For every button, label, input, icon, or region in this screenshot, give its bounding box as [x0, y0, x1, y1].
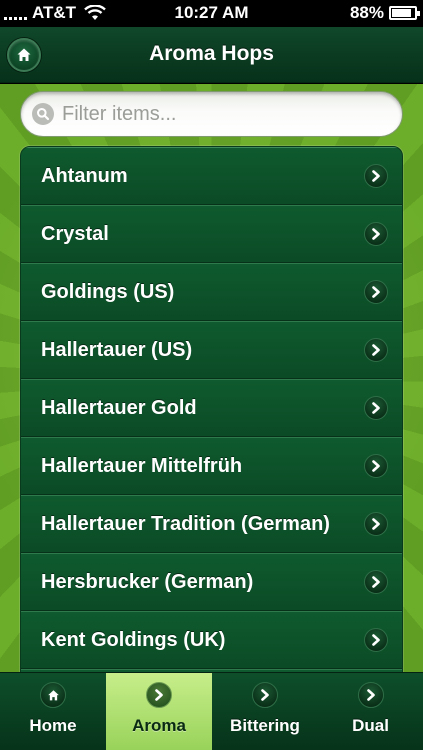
- list-item-label: Hersbrucker (German): [41, 570, 254, 593]
- tab-label: Dual: [352, 716, 389, 735]
- list-item-label: Hallertauer (US): [41, 338, 193, 361]
- tab-aroma[interactable]: Aroma: [106, 673, 212, 750]
- chevron-right-icon: [146, 682, 172, 708]
- list-item-crystal[interactable]: Crystal: [21, 205, 402, 263]
- list-item-label: Hallertauer Mittelfrüh: [41, 454, 243, 477]
- battery-percent: 88%: [349, 3, 384, 22]
- search-bar[interactable]: [20, 91, 403, 137]
- tab-bar: Home Aroma Bittering Dual: [0, 672, 423, 750]
- tab-bittering[interactable]: Bittering: [212, 673, 318, 750]
- list-item-goldings-us[interactable]: Goldings (US): [21, 263, 402, 321]
- chevron-right-icon: [252, 682, 278, 708]
- hops-list: Ahtanum Crystal Goldings (US) Hallertaue…: [20, 146, 403, 672]
- tab-label: Bittering: [230, 716, 300, 735]
- search-icon: [32, 103, 54, 125]
- chevron-right-icon: [364, 512, 388, 536]
- chevron-right-icon: [364, 164, 388, 188]
- tab-home[interactable]: Home: [0, 673, 106, 750]
- list-item-label: Crystal: [41, 222, 109, 245]
- chevron-right-icon: [364, 570, 388, 594]
- status-right: 88%: [349, 3, 420, 23]
- page-title: Aroma Hops: [149, 42, 274, 65]
- list-item-label: Ahtanum: [41, 164, 128, 187]
- list-item-hallertauer-mittelfruh[interactable]: Hallertauer Mittelfrüh: [21, 437, 402, 495]
- list-item-hallertauer-us[interactable]: Hallertauer (US): [21, 321, 402, 379]
- tab-label: Aroma: [132, 716, 186, 735]
- status-bar: AT&T 10:27 AM 88%: [0, 0, 423, 27]
- chevron-right-icon: [364, 454, 388, 478]
- content-area: Ahtanum Crystal Goldings (US) Hallertaue…: [0, 84, 423, 672]
- chevron-right-icon: [364, 396, 388, 420]
- list-item-hersbrucker[interactable]: Hersbrucker (German): [21, 553, 402, 611]
- chevron-right-icon: [364, 628, 388, 652]
- list-item-label: Hallertauer Gold: [41, 396, 197, 419]
- chevron-right-icon: [364, 222, 388, 246]
- chevron-right-icon: [364, 280, 388, 304]
- chevron-right-icon: [357, 682, 384, 708]
- navigation-bar: Aroma Hops: [0, 27, 423, 83]
- tab-dual[interactable]: Dual: [318, 673, 423, 750]
- list-item-label: Goldings (US): [41, 280, 175, 303]
- chevron-right-icon: [364, 338, 388, 362]
- list-item-hallertauer-tradition[interactable]: Hallertauer Tradition (German): [21, 495, 402, 553]
- home-icon: [40, 682, 66, 708]
- list-item-hallertauer-gold[interactable]: Hallertauer Gold: [21, 379, 402, 437]
- filter-input[interactable]: [62, 102, 382, 126]
- list-item-label: Kent Goldings (UK): [41, 628, 226, 651]
- tab-label: Home: [29, 716, 77, 735]
- list-item-label: Hallertauer Tradition (German): [41, 512, 330, 535]
- list-item-ahtanum[interactable]: Ahtanum: [21, 147, 402, 205]
- list-item-kent-goldings[interactable]: Kent Goldings (UK): [21, 611, 402, 669]
- battery-icon: [389, 6, 420, 20]
